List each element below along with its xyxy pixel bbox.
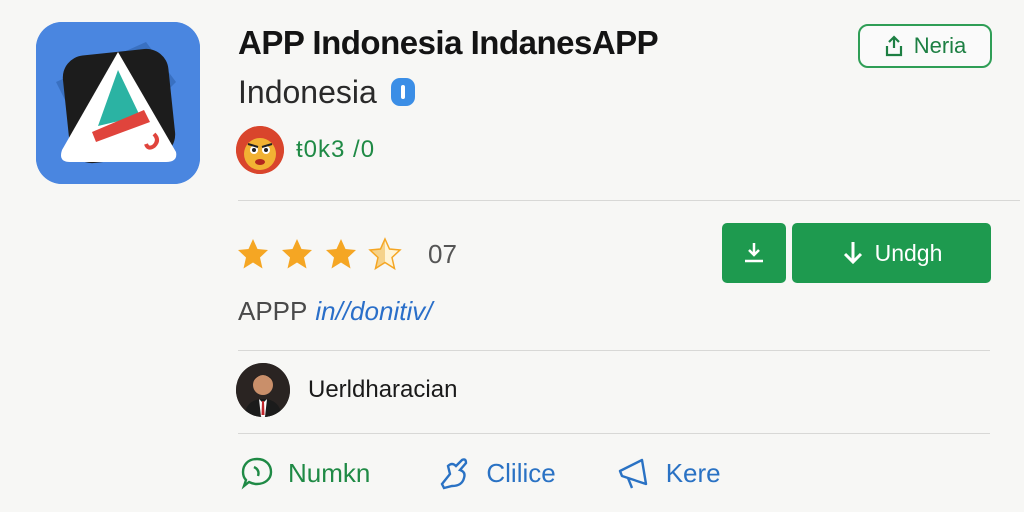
share-icon (885, 35, 902, 57)
app-title: APP Indonesia IndanesAPP (238, 24, 659, 61)
action-item[interactable]: Clilice (436, 454, 556, 492)
stat-text: ŧ0k3 /0 (296, 136, 376, 163)
share-label: Neria (913, 33, 967, 58)
divider (238, 433, 990, 434)
category-row: APPP in//donitiv/ (238, 296, 432, 327)
app-icon (36, 22, 200, 184)
star-full-icon (238, 239, 268, 269)
chat-bubble-icon (241, 457, 273, 490)
action-label: Numkn (288, 457, 371, 488)
developer-name: Uerldharacian (308, 376, 458, 403)
divider (238, 200, 1020, 201)
download-button[interactable]: Undgh (792, 223, 991, 283)
category-prefix: APPP (238, 296, 308, 326)
hand-wave-icon (440, 458, 468, 490)
star-full-icon (282, 239, 312, 269)
actions-row: Numkn Clilice Kere (238, 450, 721, 496)
subtitle-row: Indonesia (238, 72, 415, 112)
divider (238, 350, 990, 351)
category-link[interactable]: in//donitiv/ (315, 296, 432, 327)
verified-icon (390, 78, 415, 106)
developer-row[interactable]: Uerldharacian (236, 362, 457, 418)
rating-row: 07 (236, 234, 457, 274)
action-label: Clilice (486, 457, 556, 488)
rating-count: 07 (428, 238, 457, 269)
action-label: Kere (665, 457, 721, 488)
action-item[interactable]: Kere (616, 454, 721, 492)
app-subtitle: Indonesia (238, 73, 377, 110)
action-item[interactable]: Numkn (238, 454, 370, 492)
share-button[interactable]: Neria (858, 24, 992, 68)
save-button[interactable] (722, 223, 786, 283)
avatar (236, 363, 290, 417)
stat-row: ŧ0k3 /0 (236, 124, 375, 176)
angry-face-icon (236, 126, 284, 174)
download-arrow-icon (843, 242, 862, 265)
download-label: Undgh (874, 239, 943, 266)
star-half-icon (368, 237, 402, 271)
star-full-icon (326, 239, 356, 269)
megaphone-icon (618, 458, 647, 489)
download-tray-icon (745, 243, 763, 263)
